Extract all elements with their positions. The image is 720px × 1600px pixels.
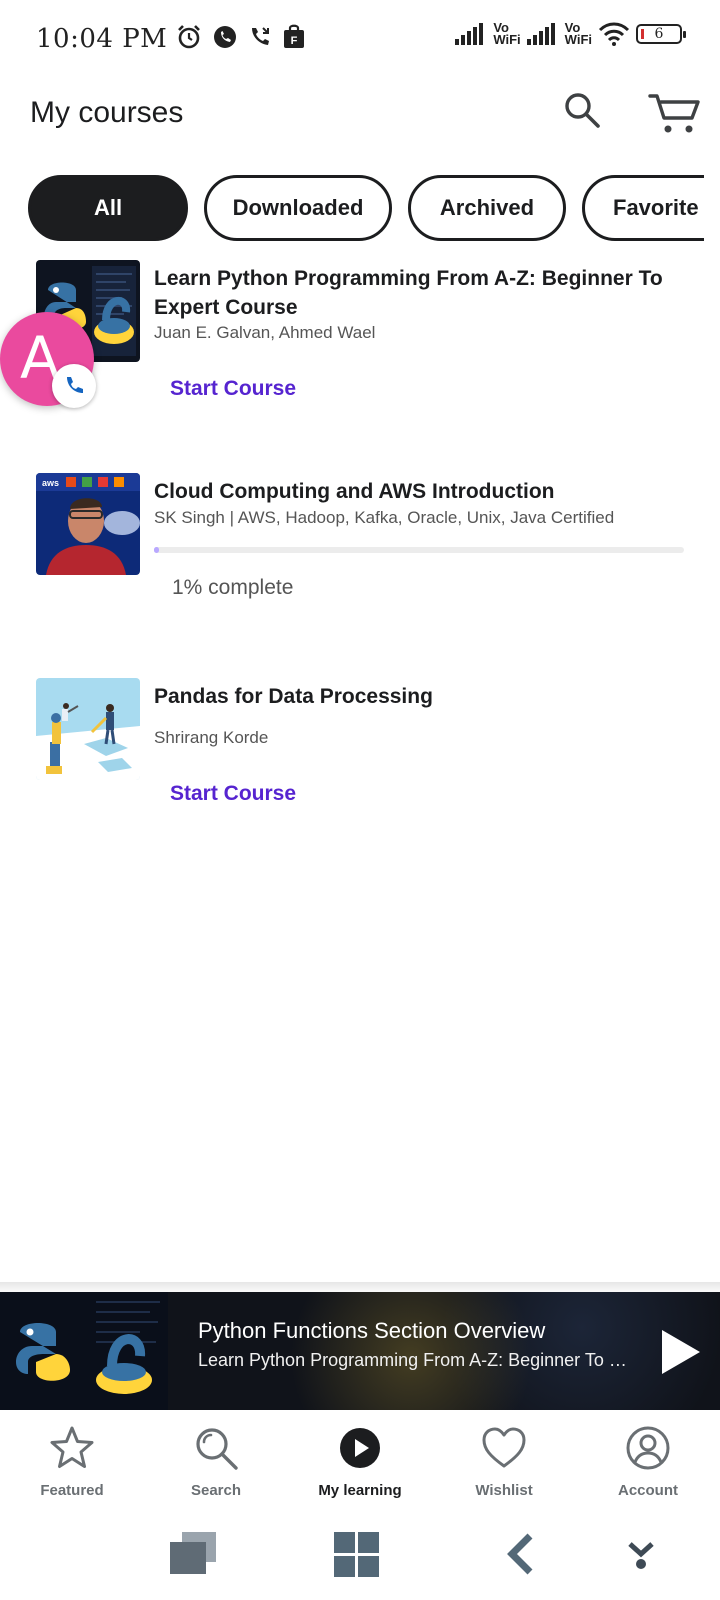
course-authors: Juan E. Galvan, Ahmed Wael (154, 323, 376, 342)
start-course-link[interactable]: Start Course (170, 377, 296, 401)
course-item[interactable]: Learn Python Programming From A-Z: Begin… (36, 260, 686, 410)
nav-label: Featured (40, 1482, 104, 1499)
mini-player-title: Python Functions Section Overview (198, 1318, 546, 1343)
filter-chips: All Downloaded Archived Favorite (28, 175, 704, 243)
star-icon (50, 1426, 94, 1468)
missed-call-icon (252, 27, 269, 45)
collapse-icon[interactable] (628, 1542, 654, 1570)
course-thumbnail (36, 678, 140, 780)
progress-bar (154, 547, 684, 553)
battery-icon: 6 (636, 24, 686, 44)
course-title[interactable]: Learn Python Programming From A-Z: Begin… (154, 264, 684, 322)
svg-text:aws: aws (42, 478, 59, 488)
back-icon[interactable] (504, 1532, 534, 1576)
mini-player-thumbnail (0, 1292, 168, 1410)
vowifi-label: Vo WiFi (493, 20, 521, 47)
header: My courses (0, 80, 720, 170)
system-status-icons: Vo WiFi Vo WiFi 6 (455, 20, 686, 47)
signal-icon (455, 23, 484, 45)
home-icon[interactable] (334, 1532, 380, 1578)
search-icon (196, 1428, 238, 1470)
phone-icon (52, 364, 96, 408)
mini-player-divider (0, 1282, 720, 1292)
alarm-icon (178, 25, 200, 49)
chat-head-avatar[interactable]: A (0, 312, 96, 408)
play-circle-icon (340, 1428, 380, 1468)
nav-item-featured[interactable]: Featured (0, 1410, 144, 1518)
course-thumbnail: aws (36, 473, 140, 575)
nav-item-my-learning[interactable]: My learning (288, 1410, 432, 1518)
status-bar: 10:04 PM F Vo WiFi Vo WiFi 6 (0, 0, 720, 80)
shopping-bag-icon: F (284, 24, 304, 48)
nav-item-search[interactable]: Search (144, 1410, 288, 1518)
nav-label: Account (618, 1482, 678, 1499)
signal-icon (526, 23, 555, 45)
mini-player[interactable]: Python Functions Section Overview Learn … (0, 1292, 720, 1410)
play-icon[interactable] (658, 1328, 702, 1376)
filter-chip-favorite[interactable]: Favorite (582, 175, 704, 241)
nav-label: Search (190, 1482, 242, 1499)
heart-icon (482, 1427, 526, 1468)
course-authors: SK Singh | AWS, Hadoop, Kafka, Oracle, U… (154, 508, 615, 527)
wifi-icon (598, 22, 630, 46)
start-course-link[interactable]: Start Course (170, 782, 296, 806)
nav-item-account[interactable]: Account (576, 1410, 720, 1518)
svg-text:F: F (291, 35, 298, 47)
search-icon[interactable] (562, 90, 602, 130)
whatsapp-icon (214, 26, 236, 48)
course-title[interactable]: Cloud Computing and AWS Introduction (154, 477, 684, 506)
cart-icon[interactable] (648, 92, 702, 136)
nav-item-wishlist[interactable]: Wishlist (432, 1410, 576, 1518)
course-title[interactable]: Pandas for Data Processing (154, 682, 684, 711)
filter-chip-archived[interactable]: Archived (408, 175, 566, 241)
progress-text: 1% complete (172, 576, 294, 599)
course-item[interactable]: aws Cloud Computing and AWS Introduction… (36, 473, 686, 613)
nav-label: My learning (318, 1482, 402, 1499)
recent-apps-icon[interactable] (170, 1532, 218, 1578)
progress-bar-fill (154, 547, 160, 553)
page-title: My courses (30, 96, 184, 129)
bottom-nav: Featured Search My learning Wishlist Acc… (0, 1410, 720, 1518)
system-nav-bar (0, 1518, 720, 1600)
course-authors: Shrirang Korde (154, 728, 269, 747)
account-icon (626, 1426, 670, 1470)
filter-chip-downloaded[interactable]: Downloaded (204, 175, 392, 241)
vowifi-label: Vo WiFi (564, 20, 592, 47)
notification-icons: F (176, 24, 306, 50)
course-item[interactable]: Pandas for Data Processing Shrirang Kord… (36, 678, 686, 808)
filter-chip-all[interactable]: All (28, 175, 188, 241)
status-time: 10:04 PM (36, 24, 168, 54)
mini-player-subtitle: Learn Python Programming From A-Z: Begin… (198, 1350, 638, 1370)
nav-label: Wishlist (475, 1482, 533, 1499)
